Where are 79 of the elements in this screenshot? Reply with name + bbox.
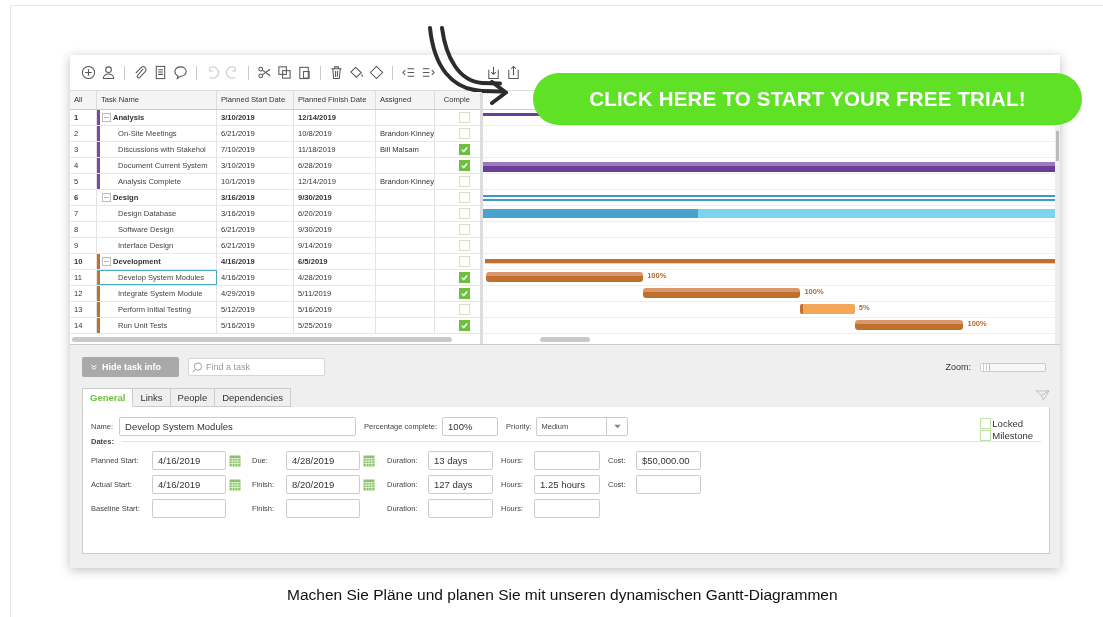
complete-checkbox[interactable] [459,144,470,155]
gantt-bar[interactable] [483,112,541,116]
gantt-bar[interactable] [483,161,1055,172]
document-icon[interactable] [153,65,168,80]
paste-icon[interactable] [297,65,312,80]
diamond-icon[interactable] [369,65,384,80]
percentage-field[interactable]: 100% [442,417,499,436]
input-field[interactable] [428,499,493,518]
complete-checkbox[interactable] [459,320,470,331]
input-field[interactable]: $50,000.00 [636,451,701,470]
dropdown-caret-icon [613,424,622,429]
arrow-drawing [482,80,510,106]
scrollbar-thumb[interactable] [540,336,590,342]
collapse-icon[interactable] [102,193,111,202]
checkbox[interactable] [980,430,992,441]
input-field[interactable] [534,499,600,518]
download-icon[interactable] [486,65,501,80]
upload-icon[interactable] [506,65,521,80]
complete-checkbox[interactable] [459,112,470,123]
trash-icon[interactable] [329,65,344,80]
search-field[interactable]: Find a task [188,358,325,376]
slider-handle[interactable] [981,363,990,371]
plus-circle-icon[interactable] [81,65,96,80]
copy-icon[interactable] [277,65,292,80]
complete-checkbox[interactable] [459,208,470,219]
comment-icon[interactable] [173,65,188,80]
complete-checkbox[interactable] [459,160,470,171]
gantt-bar[interactable] [854,319,964,330]
input-field[interactable]: 4/16/2019 [152,451,226,470]
input-field[interactable] [534,451,600,470]
input-field[interactable]: 4/28/2019 [286,451,360,470]
indent-icon[interactable] [421,65,436,80]
input-field[interactable]: 1.25 hours [534,475,600,494]
calendar-icon[interactable] [363,478,375,491]
caption: Machen Sie Pläne und planen Sie mit unseren dynamischen Gantt-Diagrammen [287,586,839,604]
tab[interactable]: Links [133,388,171,407]
checkbox-label: Milestone [992,430,1033,441]
paperclip-icon[interactable] [133,65,148,80]
user-icon[interactable] [101,65,116,80]
complete-checkbox[interactable] [459,240,470,251]
input-field[interactable] [152,499,226,518]
collapse-icon[interactable] [102,257,111,266]
complete-checkbox[interactable] [459,192,470,203]
curved-line-drawing [426,26,482,92]
checkbox[interactable] [980,418,992,429]
calendar-icon[interactable] [229,478,241,491]
checkbox-label: Locked [992,418,1023,429]
calendar-icon[interactable] [229,454,241,467]
double-chevron-icon [90,363,98,371]
gantt-bar[interactable] [643,287,801,298]
complete-checkbox[interactable] [459,176,470,187]
zoom-slider[interactable] [980,362,1046,372]
complete-checkbox[interactable] [459,272,470,283]
tab[interactable]: People [170,388,216,407]
calendar-icon[interactable] [363,454,375,467]
paint-bucket-icon[interactable] [349,65,364,80]
gantt-bar[interactable] [485,271,644,282]
input-field[interactable]: 8/20/2019 [286,475,360,494]
input-field[interactable]: 4/16/2019 [152,475,226,494]
collapse-icon[interactable] [102,113,111,122]
name-field[interactable]: Develop System Modules [119,417,357,436]
search-icon [192,362,203,373]
scrollbar-thumb[interactable] [72,336,452,342]
input-field[interactable] [636,475,701,494]
paper-plane-icon[interactable] [1035,390,1050,401]
zoom-label: Zoom: [945,362,971,372]
complete-checkbox[interactable] [459,128,470,139]
tab[interactable]: Dependencies [215,388,291,407]
complete-checkbox[interactable] [459,288,470,299]
input-field[interactable] [286,499,360,518]
outdent-icon[interactable] [401,65,416,80]
scissors-icon[interactable] [257,65,272,80]
gantt-bar[interactable] [800,303,855,314]
scrollbar-thumb[interactable] [1056,131,1059,161]
input-field[interactable]: 13 days [428,451,493,470]
complete-checkbox[interactable] [459,224,470,235]
input-field[interactable]: 127 days [428,475,493,494]
complete-checkbox[interactable] [459,304,470,315]
complete-checkbox[interactable] [459,256,470,267]
